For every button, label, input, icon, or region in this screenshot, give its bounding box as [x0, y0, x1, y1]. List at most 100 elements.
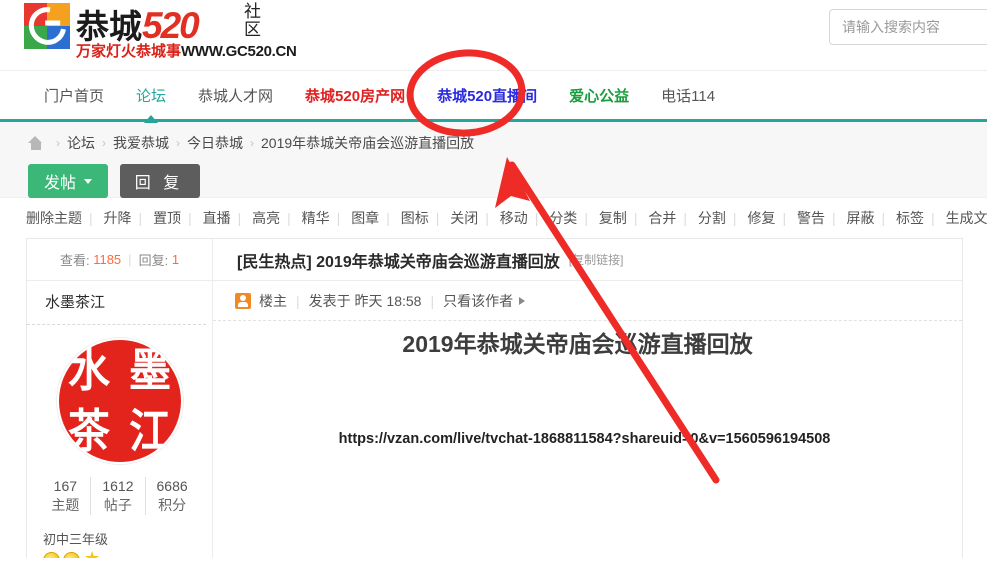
mod-op-6[interactable]: 图章 — [351, 210, 379, 226]
nav-label-2: 恭城人才网 — [198, 87, 274, 105]
breadcrumb: › 论坛 › 我爱恭城 › 今日恭城 › 2019年恭城关帝庙会巡游直播回放 — [28, 133, 987, 153]
logo-slogan-url: WWW.GC520.CN — [181, 43, 297, 60]
logo-shequ-text: 社区 — [244, 2, 261, 40]
mod-op-3[interactable]: 直播 — [203, 210, 231, 226]
mod-op-18[interactable]: 生成文章 — [946, 210, 987, 226]
author-medals — [43, 551, 212, 558]
new-post-button[interactable]: 发帖 — [28, 164, 108, 198]
thread-title-wrap: [民生热点] 2019年恭城关帝庙会巡游直播回放 [复制链接] — [213, 239, 623, 280]
stat-threads-value: 167 — [53, 478, 78, 494]
thread-category-tag[interactable]: [民生热点] — [237, 248, 312, 272]
mod-op-11[interactable]: 复制 — [599, 210, 627, 226]
nav-item-live-room[interactable]: 恭城520直播间 — [421, 71, 553, 123]
avatar[interactable]: 水 墨 茶 江 — [55, 337, 184, 465]
breadcrumb-item-1[interactable]: 我爱恭城 — [113, 133, 169, 153]
nav-item-0[interactable]: 门户首页 — [28, 71, 120, 123]
replies-label: 回复: — [138, 253, 169, 268]
breadcrumb-item-0[interactable]: 论坛 — [67, 133, 95, 153]
new-post-label: 发帖 — [43, 175, 76, 192]
nav-item-6[interactable]: 电话114 — [645, 71, 731, 123]
post-time: 昨天 18:58 — [354, 292, 422, 309]
mod-op-16[interactable]: 屏蔽 — [847, 210, 875, 226]
logo-slogan: 万家灯火恭城事WWW.GC520.CN — [76, 40, 297, 61]
main-nav: 门户首页 论坛 恭城人才网 恭城520房产网 恭城520直播间 爱心公益 电话1… — [0, 70, 987, 123]
author-sidebar: 水墨茶江 水 墨 茶 江 167 主题 1612 帖子 6686 积分 初中三年… — [27, 281, 213, 558]
original-poster-icon — [235, 292, 251, 309]
author-stats: 167 主题 1612 帖子 6686 积分 — [27, 477, 212, 515]
nav-label-0: 门户首页 — [44, 87, 105, 105]
stat-posts-label: 帖子 — [103, 496, 132, 513]
nav-label-4: 恭城520直播间 — [437, 87, 538, 105]
mod-op-12[interactable]: 合并 — [648, 210, 676, 226]
only-author-link[interactable]: 只看该作者 — [443, 291, 513, 311]
nav-label-6: 电话114 — [661, 87, 716, 105]
stat-posts-value: 1612 — [102, 478, 134, 494]
mod-op-0[interactable]: 删除主题 — [26, 210, 82, 226]
nav-item-5[interactable]: 爱心公益 — [553, 71, 645, 123]
breadcrumb-separator-0: › — [56, 136, 60, 150]
avatar-char-1: 墨 — [129, 342, 171, 397]
avatar-char-2: 茶 — [68, 403, 110, 458]
mod-op-2[interactable]: 置顶 — [153, 210, 181, 226]
breadcrumb-separator-1: › — [102, 136, 106, 150]
thread-actions: 发帖 回 复 — [28, 164, 987, 198]
nav-label-5: 爱心公益 — [569, 87, 630, 105]
nav-item-1[interactable]: 论坛 — [120, 71, 182, 123]
mod-op-4[interactable]: 高亮 — [252, 210, 280, 226]
mod-op-7[interactable]: 图标 — [401, 210, 429, 226]
breadcrumb-action-area: › 论坛 › 我爱恭城 › 今日恭城 › 2019年恭城关帝庙会巡游直播回放 发… — [0, 122, 987, 198]
author-rank: 初中三年级 — [43, 531, 109, 547]
moderation-toolbar: 删除主题 | 升降 | 置顶 | 直播 | 高亮 | 精华 | 图章 | 图标 | 关闭 | 移动… — [0, 198, 987, 238]
breadcrumb-separator-3: › — [250, 136, 254, 150]
stat-threads[interactable]: 167 主题 — [40, 477, 90, 515]
post-body: 水墨茶江 水 墨 茶 江 167 主题 1612 帖子 6686 积分 初中三年… — [27, 281, 962, 558]
nav-label-3: 恭城520房产网 — [305, 87, 406, 105]
chevron-down-icon — [84, 178, 92, 184]
breadcrumb-separator-2: › — [176, 136, 180, 150]
mod-op-15[interactable]: 警告 — [797, 210, 825, 226]
smiley-medal-icon-0 — [43, 551, 60, 558]
chevron-right-icon — [519, 296, 526, 305]
post-content-column: 楼主 | 发表于 昨天 18:58 | 只看该作者 2019年恭城关帝庙会巡游直… — [213, 281, 962, 558]
site-header: 恭城520 社区 万家灯火恭城事WWW.GC520.CN — [0, 0, 987, 70]
mod-op-1[interactable]: 升降 — [104, 210, 132, 226]
views-count: 1185 — [93, 252, 122, 267]
copy-link-button[interactable]: [复制链接] — [569, 251, 624, 268]
author-name[interactable]: 水墨茶江 — [27, 291, 206, 325]
mod-op-9[interactable]: 移动 — [500, 210, 528, 226]
post-content-title: 2019年恭城关帝庙会巡游直播回放 — [402, 331, 753, 357]
post-time-prefix: 发表于 — [308, 292, 351, 309]
breadcrumb-item-3: 2019年恭城关帝庙会巡游直播回放 — [261, 135, 475, 151]
avatar-char-3: 江 — [129, 403, 171, 458]
views-label: 查看: — [59, 253, 90, 268]
site-logo[interactable]: 恭城520 社区 万家灯火恭城事WWW.GC520.CN — [0, 0, 297, 64]
nav-item-2[interactable]: 恭城人才网 — [182, 71, 289, 123]
home-icon[interactable] — [28, 136, 43, 150]
mod-op-13[interactable]: 分割 — [698, 210, 726, 226]
stat-threads-label: 主题 — [51, 496, 80, 513]
stat-posts[interactable]: 1612 帖子 — [90, 477, 144, 515]
avatar-seal: 水 墨 茶 江 — [58, 340, 181, 462]
search-input[interactable] — [829, 9, 987, 45]
nav-underline — [0, 119, 987, 122]
replies-count: 1 — [171, 252, 180, 267]
stat-points-value: 6686 — [156, 478, 188, 494]
gc520-logo-icon — [21, 0, 74, 53]
reply-button[interactable]: 回 复 — [120, 164, 200, 198]
nav-item-3[interactable]: 恭城520房产网 — [289, 71, 421, 123]
post-content-url[interactable]: https://vzan.com/live/tvchat-1868811584?… — [213, 431, 962, 447]
avatar-char-0: 水 — [68, 342, 110, 397]
thread-header: 查看: 1185 | 回复: 1 [民生热点] 2019年恭城关帝庙会巡游直播回… — [27, 239, 962, 281]
thread-counts: 查看: 1185 | 回复: 1 — [27, 239, 213, 280]
thread-post-card: 查看: 1185 | 回复: 1 [民生热点] 2019年恭城关帝庙会巡游直播回… — [26, 238, 963, 558]
mod-op-10[interactable]: 分类 — [549, 210, 577, 226]
mod-op-8[interactable]: 关闭 — [450, 210, 478, 226]
thread-title: 2019年恭城关帝庙会巡游直播回放 — [316, 253, 560, 271]
stat-points[interactable]: 6686 积分 — [144, 477, 199, 515]
mod-op-17[interactable]: 标签 — [896, 210, 924, 226]
mod-op-14[interactable]: 修复 — [747, 210, 775, 226]
mod-op-5[interactable]: 精华 — [302, 210, 330, 226]
smiley-medal-icon-1 — [63, 551, 80, 558]
breadcrumb-item-2[interactable]: 今日恭城 — [187, 133, 243, 153]
stat-points-label: 积分 — [158, 496, 187, 513]
